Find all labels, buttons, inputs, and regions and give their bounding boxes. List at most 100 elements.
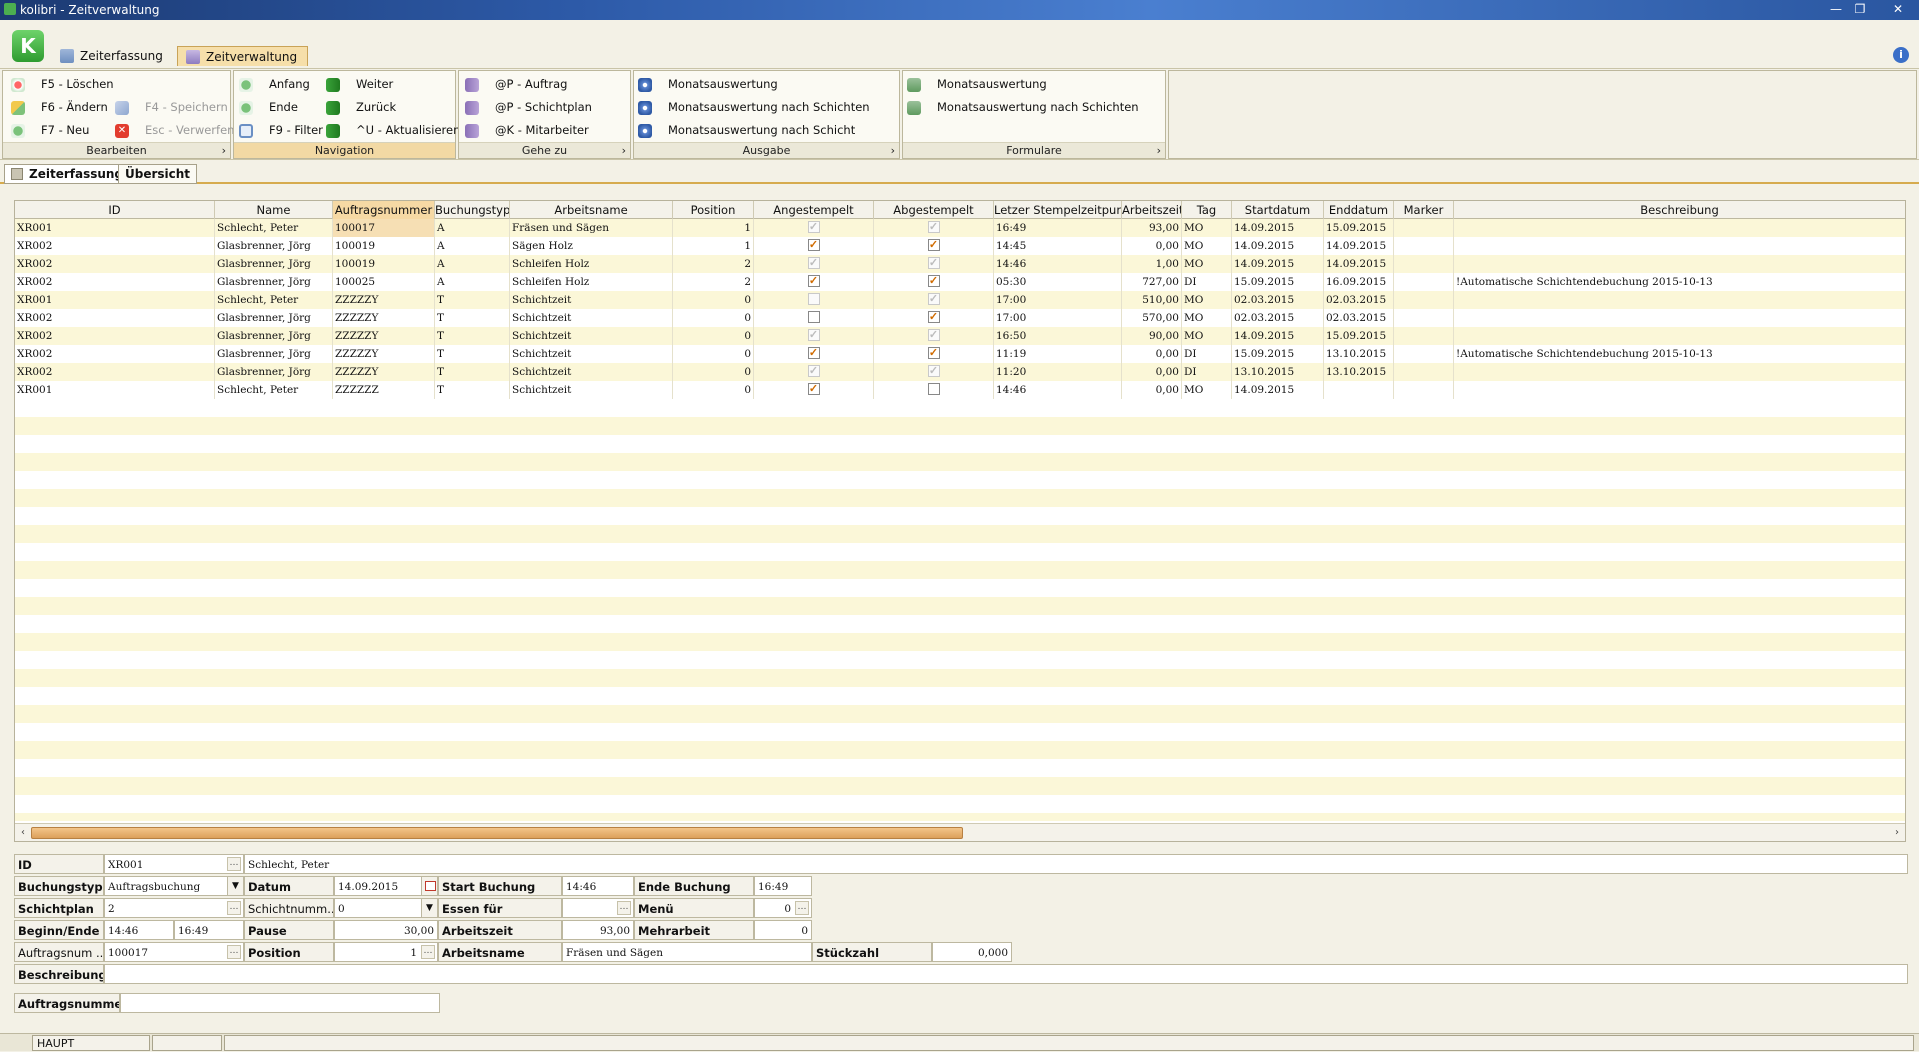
chevron-down-icon[interactable]: ▼ (421, 899, 437, 917)
checkbox-checked[interactable]: ✓ (807, 239, 820, 251)
table-row[interactable]: XR002 Glasbrenner, Jörg ZZZZZY T Schichtzeit… (15, 345, 1905, 363)
cell-hours[interactable]: 0,00 (1122, 363, 1182, 381)
checkbox-unchecked[interactable] (927, 383, 940, 395)
column-header[interactable]: Enddatum (1324, 201, 1394, 219)
chevron-right-icon[interactable]: › (891, 143, 895, 159)
cell-type[interactable]: A (435, 219, 510, 237)
cell-start[interactable]: 14.09.2015 (1232, 255, 1324, 273)
cell-hours[interactable]: 0,00 (1122, 237, 1182, 255)
column-header[interactable]: Angestempelt (754, 201, 874, 219)
cell-start[interactable]: 02.03.2015 (1232, 309, 1324, 327)
checkbox-checked[interactable]: ✓ (807, 329, 820, 341)
cell-pos[interactable]: 1 (673, 237, 754, 255)
cell-abgestempelt[interactable]: ✓ (874, 273, 994, 291)
menu-field[interactable]: 0… (754, 898, 812, 918)
cell-abgestempelt[interactable]: ✓ (874, 255, 994, 273)
cell-start[interactable]: 14.09.2015 (1232, 381, 1324, 399)
column-header[interactable]: Arbeitszeit (1122, 201, 1182, 219)
cell-order[interactable]: 100017 (333, 219, 435, 237)
cell-type[interactable]: A (435, 237, 510, 255)
cell-hours[interactable]: 0,00 (1122, 381, 1182, 399)
checkbox-checked[interactable]: ✓ (927, 329, 940, 341)
filter-auftragsnummer-input[interactable] (120, 993, 440, 1013)
cell-start[interactable]: 14.09.2015 (1232, 219, 1324, 237)
cell-id[interactable]: XR001 (15, 381, 215, 399)
checkbox-checked[interactable]: ✓ (927, 221, 940, 233)
cell-order[interactable]: ZZZZZZ (333, 381, 435, 399)
cell-last[interactable]: 11:19 (994, 345, 1122, 363)
cell-day[interactable]: MO (1182, 291, 1232, 309)
cell-day[interactable]: DI (1182, 273, 1232, 291)
cell-work[interactable]: Fräsen und Sägen (510, 219, 673, 237)
cell-hours[interactable]: 0,00 (1122, 345, 1182, 363)
cell-angestempelt[interactable]: ✓ (754, 363, 874, 381)
cell-desc[interactable] (1454, 255, 1905, 273)
cell-day[interactable]: DI (1182, 363, 1232, 381)
buchungstyp-select[interactable]: Auftragsbuchung ▼ (104, 876, 244, 896)
cell-end[interactable]: 02.03.2015 (1324, 309, 1394, 327)
cell-end[interactable] (1324, 381, 1394, 399)
checkbox-checked[interactable]: ✓ (807, 383, 820, 395)
table-row[interactable]: XR002 Glasbrenner, Jörg 100025 A Schleifen H… (15, 273, 1905, 291)
cell-marker[interactable] (1394, 291, 1454, 309)
checkbox-checked[interactable]: ✓ (807, 347, 820, 359)
cell-last[interactable]: 14:45 (994, 237, 1122, 255)
cell-order[interactable]: ZZZZZY (333, 291, 435, 309)
cell-marker[interactable] (1394, 255, 1454, 273)
last-button[interactable]: Ende (239, 98, 298, 116)
table-row[interactable]: XR002 Glasbrenner, Jörg ZZZZZY T Schichtzeit… (15, 363, 1905, 381)
checkbox-checked[interactable]: ✓ (807, 275, 820, 287)
cell-work[interactable]: Schichtzeit (510, 381, 673, 399)
report-monthly-button[interactable]: Monatsauswertung (638, 75, 778, 93)
cell-type[interactable]: T (435, 309, 510, 327)
cell-id[interactable]: XR002 (15, 345, 215, 363)
cell-order[interactable]: ZZZZZY (333, 345, 435, 363)
cell-end[interactable]: 15.09.2015 (1324, 327, 1394, 345)
cell-name[interactable]: Glasbrenner, Jörg (215, 363, 333, 381)
cell-pos[interactable]: 0 (673, 309, 754, 327)
column-header[interactable]: Position (673, 201, 754, 219)
cell-work[interactable]: Schichtzeit (510, 363, 673, 381)
cell-name[interactable]: Glasbrenner, Jörg (215, 327, 333, 345)
cell-type[interactable]: T (435, 327, 510, 345)
cell-order[interactable]: ZZZZZY (333, 309, 435, 327)
cell-desc[interactable] (1454, 237, 1905, 255)
cell-last[interactable]: 14:46 (994, 381, 1122, 399)
auftragsnummer-field[interactable]: 100017… (104, 942, 244, 962)
edit-button[interactable]: F6 - Ändern (11, 98, 108, 116)
checkbox-checked[interactable]: ✓ (927, 311, 940, 323)
tab-zeiterfassung-view[interactable]: Zeiterfassung (4, 164, 131, 184)
cell-day[interactable]: MO (1182, 381, 1232, 399)
cell-type[interactable]: T (435, 381, 510, 399)
cell-id[interactable]: XR001 (15, 219, 215, 237)
cell-angestempelt[interactable]: ✓ (754, 345, 874, 363)
cell-last[interactable]: 17:00 (994, 291, 1122, 309)
pause-field[interactable]: 30,00 (334, 920, 438, 940)
checkbox-checked[interactable]: ✓ (807, 257, 820, 269)
cell-type[interactable]: A (435, 255, 510, 273)
table-row[interactable]: XR001 Schlecht, Peter 100017 A Fräsen und Sä… (15, 219, 1905, 237)
cell-name[interactable]: Glasbrenner, Jörg (215, 309, 333, 327)
column-header[interactable]: Beschreibung (1454, 201, 1905, 219)
beginn-field[interactable]: 14:46 (104, 920, 174, 940)
cell-desc[interactable] (1454, 381, 1905, 399)
cell-id[interactable]: XR002 (15, 237, 215, 255)
horizontal-scrollbar[interactable]: ‹ › (15, 823, 1905, 841)
first-button[interactable]: Anfang (239, 75, 310, 93)
cell-desc[interactable]: !Automatische Schichtendebuchung 2015-10… (1454, 345, 1905, 363)
cell-name[interactable]: Glasbrenner, Jörg (215, 237, 333, 255)
cell-angestempelt[interactable]: ✓ (754, 273, 874, 291)
column-header[interactable]: ID (15, 201, 215, 219)
cell-order[interactable]: 100019 (333, 237, 435, 255)
cell-day[interactable]: MO (1182, 327, 1232, 345)
checkbox-unchecked[interactable] (807, 293, 820, 305)
cell-last[interactable]: 14:46 (994, 255, 1122, 273)
cell-day[interactable]: MO (1182, 309, 1232, 327)
cell-start[interactable]: 02.03.2015 (1232, 291, 1324, 309)
cell-hours[interactable]: 570,00 (1122, 309, 1182, 327)
cell-marker[interactable] (1394, 273, 1454, 291)
cell-abgestempelt[interactable] (874, 381, 994, 399)
cell-start[interactable]: 13.10.2015 (1232, 363, 1324, 381)
table-row[interactable]: XR002 Glasbrenner, Jörg ZZZZZY T Schichtzeit… (15, 309, 1905, 327)
cell-work[interactable]: Schichtzeit (510, 309, 673, 327)
